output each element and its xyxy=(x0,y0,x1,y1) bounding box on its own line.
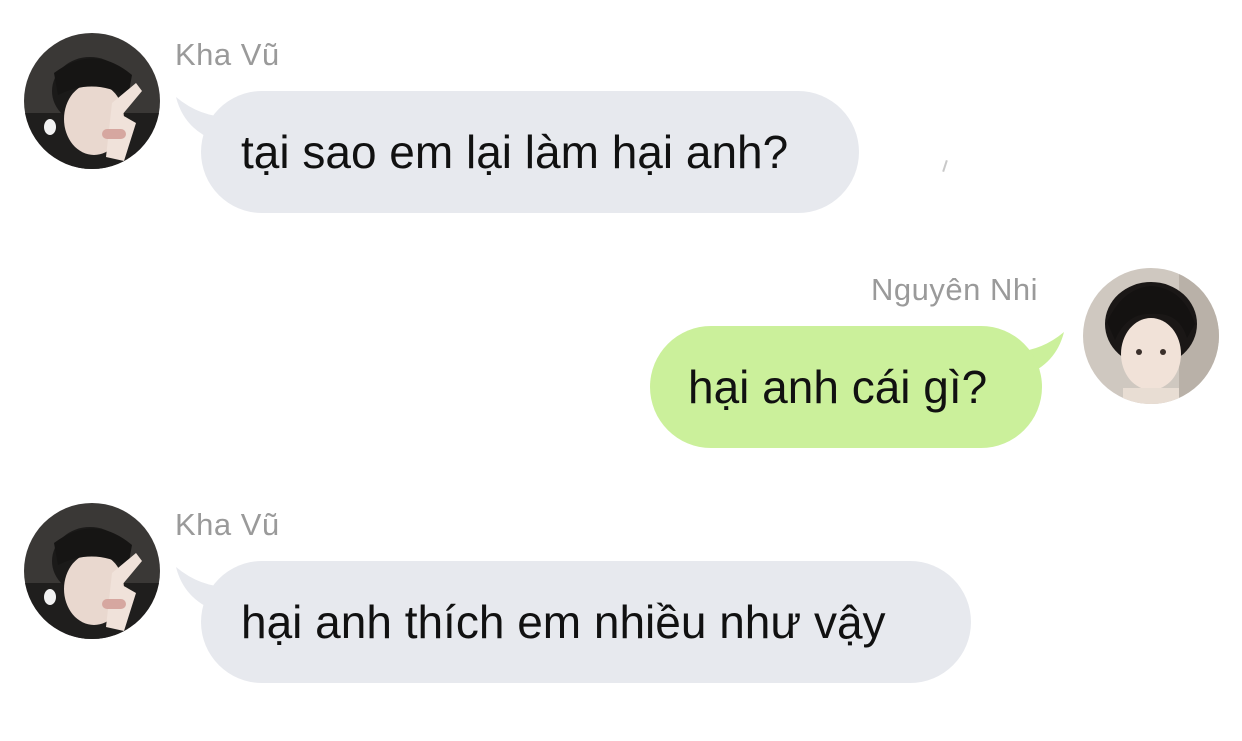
message-bubble[interactable]: hại anh thích em nhiều như vậy xyxy=(201,561,971,683)
message-text: tại sao em lại làm hại anh? xyxy=(241,126,789,178)
avatar-kha-vu-icon xyxy=(24,33,160,169)
background-speck xyxy=(942,159,948,173)
sender-name: Kha Vũ xyxy=(175,507,280,542)
message-bubble[interactable]: tại sao em lại làm hại anh? xyxy=(201,91,859,213)
avatar[interactable] xyxy=(1083,268,1219,404)
avatar[interactable] xyxy=(24,503,160,639)
avatar-nguyen-nhi-icon xyxy=(1083,268,1219,404)
message-text: hại anh cái gì? xyxy=(688,361,988,413)
message-text: hại anh thích em nhiều như vậy xyxy=(241,596,886,648)
sender-name: Kha Vũ xyxy=(175,37,280,72)
avatar[interactable] xyxy=(24,33,160,169)
avatar-kha-vu-icon xyxy=(24,503,160,639)
sender-name: Nguyên Nhi xyxy=(871,272,1038,307)
message-bubble[interactable]: hại anh cái gì? xyxy=(650,326,1042,448)
